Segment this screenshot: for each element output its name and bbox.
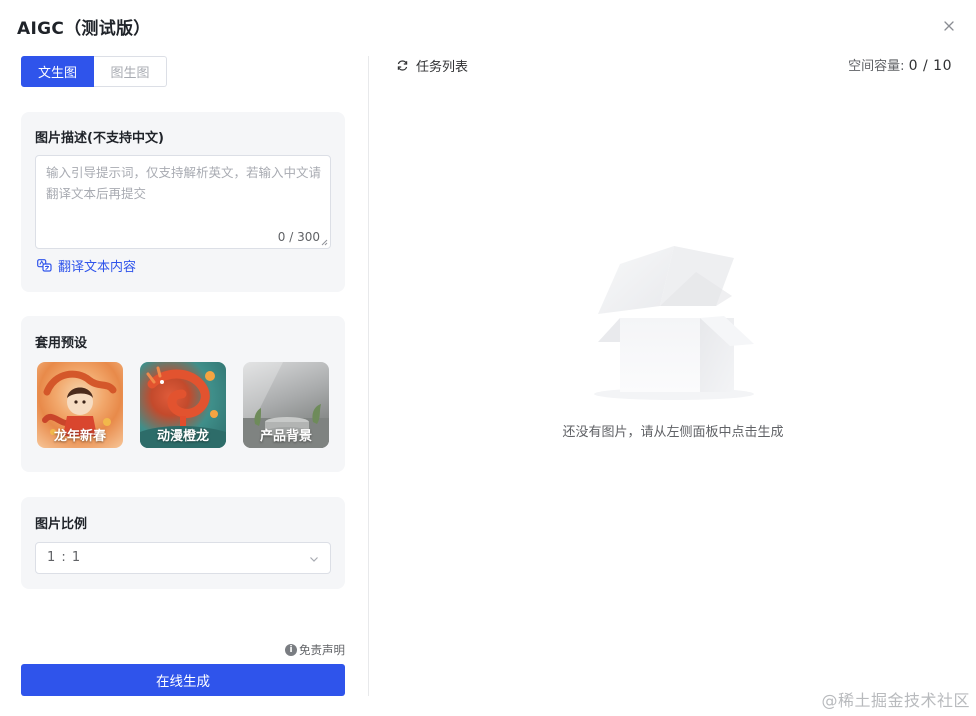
task-list-header[interactable]: 任务列表 (396, 56, 468, 75)
task-list-title: 任务列表 (416, 60, 469, 75)
disclaimer-label: 免责声明 (299, 643, 345, 657)
ratio-card: 图片比例 1 : 1 (21, 497, 345, 589)
prompt-placeholder: 输入引导提示词，仅支持解析英文，若输入中文请翻译文本后再提交 (46, 165, 322, 201)
translate-button[interactable]: 翻译文本内容 (37, 256, 136, 275)
translate-icon (37, 259, 52, 272)
prompt-input[interactable]: 输入引导提示词，仅支持解析英文，若输入中文请翻译文本后再提交 0 / 300 (35, 155, 331, 249)
preset-label: 龙年新春 (53, 429, 106, 444)
capacity-value: 0 / 10 (908, 58, 952, 74)
chevron-down-icon (310, 557, 318, 562)
disclaimer-link[interactable]: i 免责声明 (285, 642, 345, 658)
storage-capacity: 空间容量: 0 / 10 (848, 55, 952, 74)
mode-tabs: 文生图 图生图 (21, 56, 345, 87)
preset-title: 套用预设 (35, 336, 88, 351)
translate-label: 翻译文本内容 (58, 260, 137, 275)
capacity-label: 空间容量: (848, 59, 905, 74)
preset-dragon-new-year[interactable]: 龙年新春 (37, 362, 123, 448)
empty-box-icon (594, 246, 754, 400)
ratio-title: 图片比例 (35, 517, 88, 532)
preset-card: 套用预设 龙年新春 动漫橙龙 产品背景 (21, 316, 345, 472)
preset-anime-orange-dragon[interactable]: 动漫橙龙 (140, 362, 226, 448)
resize-grip-icon[interactable] (321, 239, 328, 246)
ratio-selected-value: 1 : 1 (47, 550, 82, 565)
panel-divider (368, 56, 369, 696)
tab-text-to-image[interactable]: 文生图 (21, 56, 94, 87)
info-icon: i (285, 644, 297, 656)
close-icon[interactable] (942, 19, 956, 33)
preset-label: 产品背景 (259, 429, 312, 444)
empty-state-text: 还没有图片，请从左侧面板中点击生成 (562, 425, 784, 440)
tab-image-to-image[interactable]: 图生图 (94, 56, 167, 87)
prompt-char-counter: 0 / 300 (277, 230, 320, 244)
left-panel: 文生图 图生图 图片描述(不支持中文) 输入引导提示词，仅支持解析英文，若输入中… (21, 56, 345, 696)
dialog-title: AIGC（测试版） (17, 19, 151, 39)
generate-button[interactable]: 在线生成 (21, 664, 345, 696)
description-title: 图片描述(不支持中文) (35, 131, 164, 146)
description-card: 图片描述(不支持中文) 输入引导提示词，仅支持解析英文，若输入中文请翻译文本后再… (21, 112, 345, 292)
preset-product-background[interactable]: 产品背景 (243, 362, 329, 448)
preset-label: 动漫橙龙 (156, 429, 209, 444)
ratio-select[interactable]: 1 : 1 (35, 542, 331, 574)
refresh-icon (397, 60, 408, 71)
watermark: @稀土掘金技术社区 (821, 691, 970, 710)
